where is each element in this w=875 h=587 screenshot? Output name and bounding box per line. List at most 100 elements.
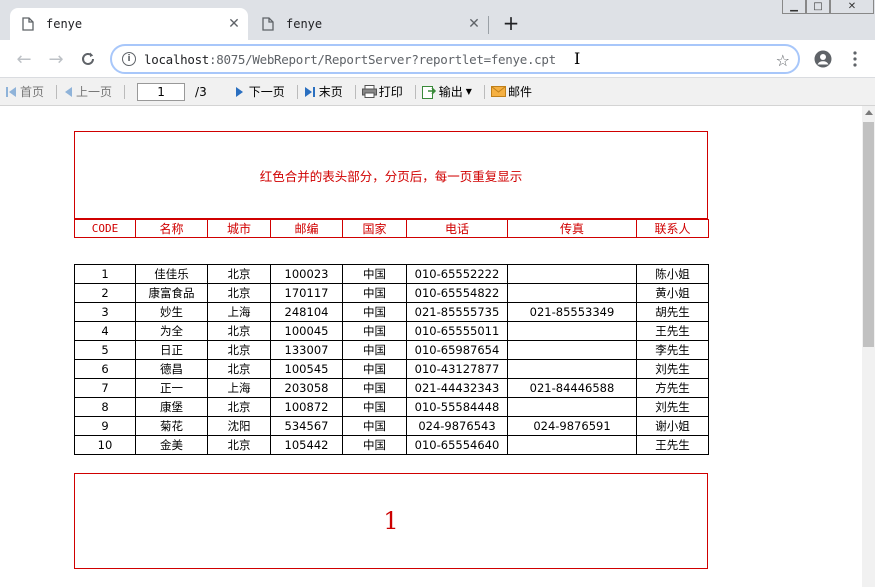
vertical-scrollbar[interactable] xyxy=(862,106,875,587)
table-cell: 北京 xyxy=(207,321,271,341)
navigation-bar: ← → i localhost:8075/WebReport/ReportSer… xyxy=(0,40,875,78)
next-page-button[interactable]: 下一页 xyxy=(235,83,285,100)
tab-fenye-active[interactable]: fenye ✕ xyxy=(10,8,248,40)
table-cell: 010-55584448 xyxy=(406,397,508,417)
window-close-icon[interactable]: ✕ xyxy=(830,0,874,14)
table-cell: 上海 xyxy=(207,378,271,398)
export-label: 输出 xyxy=(438,85,463,99)
minimize-icon[interactable]: ▁ xyxy=(782,0,806,14)
document-icon xyxy=(20,16,36,32)
table-cell: 康堡 xyxy=(135,397,208,417)
print-button[interactable]: 打印 xyxy=(361,83,403,100)
table-cell: 9 xyxy=(74,416,136,436)
table-cell: 北京 xyxy=(207,359,271,379)
bookmark-star-icon[interactable]: ☆ xyxy=(776,51,790,70)
account-icon[interactable] xyxy=(811,47,835,71)
text-cursor-icon: I xyxy=(574,49,581,68)
window-controls: ▁ □ ✕ xyxy=(782,0,874,16)
export-dropdown[interactable]: 输出 ▼ xyxy=(421,83,472,100)
report-content: 红色合并的表头部分，分页后，每一页重复显示 CODE 名称 城市 邮编 国家 电… xyxy=(0,106,862,587)
table-cell: 024-9876591 xyxy=(507,416,637,436)
table-cell: 上海 xyxy=(207,302,271,322)
reload-icon[interactable] xyxy=(76,47,100,71)
table-cell: 100045 xyxy=(270,321,343,341)
table-cell xyxy=(507,321,637,341)
report-toolbar: 首页 上一页 1 /3 下一页 末页 打印 输出 ▼ 邮件 xyxy=(0,78,875,106)
table-cell: 3 xyxy=(74,302,136,322)
close-icon[interactable]: ✕ xyxy=(224,14,244,34)
scrollbar-thumb[interactable] xyxy=(863,122,874,347)
table-cell: 4 xyxy=(74,321,136,341)
table-cell: 李先生 xyxy=(636,340,709,360)
address-bar[interactable]: i localhost:8075/WebReport/ReportServer?… xyxy=(110,44,800,74)
header-row: CODE 名称 城市 邮编 国家 电话 传真 联系人 xyxy=(74,219,709,238)
table-cell: 妙生 xyxy=(135,302,208,322)
table-cell: 中国 xyxy=(342,302,407,322)
table-cell: 陈小姐 xyxy=(636,264,709,284)
table-cell: 021-85553349 xyxy=(507,302,637,322)
table-cell: 胡先生 xyxy=(636,302,709,322)
mail-button[interactable]: 邮件 xyxy=(490,83,532,100)
print-label: 打印 xyxy=(378,85,403,99)
table-cell: 2 xyxy=(74,283,136,303)
tab-separator xyxy=(488,16,489,34)
table-row: 3 妙生 上海 248104 中国 021-85555735 021-85553349 胡先生 xyxy=(74,302,709,322)
report-header-merged: 红色合并的表头部分，分页后，每一页重复显示 xyxy=(74,131,708,219)
table-cell: 中国 xyxy=(342,321,407,341)
toolbar-divider xyxy=(354,84,356,99)
table-cell: 10 xyxy=(74,435,136,455)
footer-page-number: 1 xyxy=(383,507,399,535)
last-page-icon xyxy=(304,86,315,97)
back-arrow-icon[interactable]: ← xyxy=(12,47,36,71)
table-cell: 谢小姐 xyxy=(636,416,709,436)
table-cell: 010-65554822 xyxy=(406,283,508,303)
menu-kebab-icon[interactable] xyxy=(843,47,867,71)
table-cell: 北京 xyxy=(207,397,271,417)
table-row: 9 菊花 沈阳 534567 中国 024-9876543 024-9876591 谢小姐 xyxy=(74,416,709,436)
table-cell: 248104 xyxy=(270,302,343,322)
table-cell: 王先生 xyxy=(636,321,709,341)
toolbar-divider xyxy=(296,84,298,99)
table-cell: 中国 xyxy=(342,340,407,360)
info-icon[interactable]: i xyxy=(122,52,136,66)
table-row: 6 德昌 北京 100545 中国 010-43127877 刘先生 xyxy=(74,359,709,379)
column-header: 城市 xyxy=(207,219,271,238)
table-cell: 100545 xyxy=(270,359,343,379)
table-cell: 中国 xyxy=(342,359,407,379)
table-cell: 6 xyxy=(74,359,136,379)
maximize-icon[interactable]: □ xyxy=(806,0,830,14)
export-icon xyxy=(421,85,436,99)
table-cell: 方先生 xyxy=(636,378,709,398)
column-header: 邮编 xyxy=(270,219,343,238)
table-cell: 中国 xyxy=(342,416,407,436)
last-page-button[interactable]: 末页 xyxy=(304,83,343,100)
table-cell: 021-85555735 xyxy=(406,302,508,322)
first-page-icon xyxy=(6,86,16,97)
table-cell: 正一 xyxy=(135,378,208,398)
document-icon xyxy=(260,16,276,32)
table-cell: 105442 xyxy=(270,435,343,455)
new-tab-plus-icon[interactable]: + xyxy=(500,11,522,35)
first-page-button[interactable]: 首页 xyxy=(5,83,44,100)
table-cell: 中国 xyxy=(342,283,407,303)
table-cell: 010-65987654 xyxy=(406,340,508,360)
table-cell: 8 xyxy=(74,397,136,417)
tab-title: fenye xyxy=(286,17,323,31)
table-cell: 170117 xyxy=(270,283,343,303)
table-cell xyxy=(507,359,637,379)
scroll-up-icon[interactable] xyxy=(865,110,873,115)
tab-fenye-inactive[interactable]: fenye ✕ xyxy=(250,8,488,40)
next-page-label: 下一页 xyxy=(248,85,285,99)
table-cell xyxy=(507,435,637,455)
table-cell xyxy=(507,340,637,360)
prev-page-button[interactable]: 上一页 xyxy=(63,83,112,100)
table-cell: 沈阳 xyxy=(207,416,271,436)
table-cell: 7 xyxy=(74,378,136,398)
page-number-input[interactable]: 1 xyxy=(137,82,186,101)
prev-page-icon xyxy=(65,86,73,97)
close-icon[interactable]: ✕ xyxy=(464,14,484,34)
report-footer: 1 xyxy=(74,473,708,569)
forward-arrow-icon[interactable]: → xyxy=(44,47,68,71)
tab-strip: fenye ✕ fenye ✕ + ▁ □ ✕ xyxy=(0,0,875,40)
toolbar-divider xyxy=(414,84,416,99)
